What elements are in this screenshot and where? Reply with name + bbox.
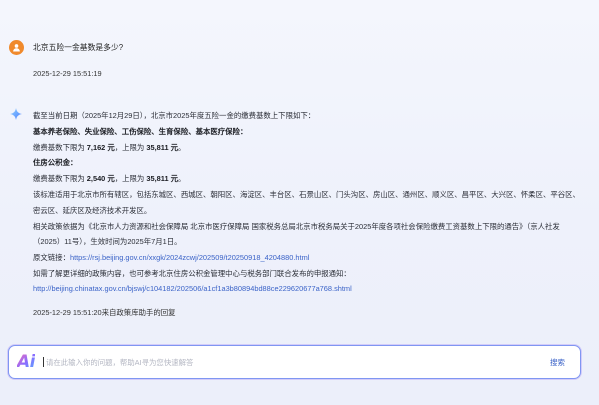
question-input-box: Ai 搜索 <box>8 345 581 379</box>
answer-intro: 截至当前日期（2025年12月29日），北京市2025年度五险一金的缴费基数上下… <box>33 111 316 120</box>
basis-line-1: 相关政策依据为《北京市人力资源和社会保障局 北京市医疗保障局 国家税务总局北京市… <box>33 222 560 231</box>
question-timestamp: 2025-12-29 15:51:19 <box>33 69 102 78</box>
more-info-line: http://beijing.chinatax.gov.cn/bjswj/c10… <box>33 284 352 293</box>
housing-fund-title: 住房公积金： <box>33 158 78 167</box>
question-input[interactable] <box>45 357 550 367</box>
user-question: 北京五险一金基数是多少? <box>33 43 124 52</box>
social-insurance-range: 缴费基数下限为 7,162 元，上限为 35,811 元。 <box>33 143 186 152</box>
scope-line-1: 该标准适用于北京市所有辖区，包括东城区、西城区、朝阳区、海淀区、丰台区、石景山区… <box>33 190 580 199</box>
source-link[interactable]: https://rsj.beijing.gov.cn/xxgk/2024zcwj… <box>70 253 309 262</box>
text-cursor <box>42 357 44 367</box>
source-line: 原文链接：https://rsj.beijing.gov.cn/xxgk/202… <box>33 253 310 262</box>
user-message: 北京五险一金基数是多少? <box>9 40 123 55</box>
more-info-text: 如需了解更详细的政策内容，也可参考北京住房公积金管理中心与税务部门联合发布的申报… <box>33 269 351 278</box>
reply-signature: 2025-12-29 15:51:20来自政策库助手的回复 <box>33 308 176 317</box>
search-button[interactable]: 搜索 <box>550 357 565 368</box>
chinatax-link[interactable]: http://beijing.chinatax.gov.cn/bjswj/c10… <box>33 284 352 293</box>
basis-line-2: （2025）11号），生效时间为2025年7月1日。 <box>33 237 182 246</box>
ai-logo-icon: Ai <box>17 352 35 372</box>
ai-sparkle-icon <box>10 108 22 120</box>
housing-fund-range: 缴费基数下限为 2,540 元，上限为 35,811 元。 <box>33 174 186 183</box>
social-insurance-title: 基本养老保险、失业保险、工伤保险、生育保险、基本医疗保险： <box>33 127 248 136</box>
scope-line-2: 密云区、延庆区及经济技术开发区。 <box>33 206 152 215</box>
user-avatar-icon <box>9 40 24 55</box>
